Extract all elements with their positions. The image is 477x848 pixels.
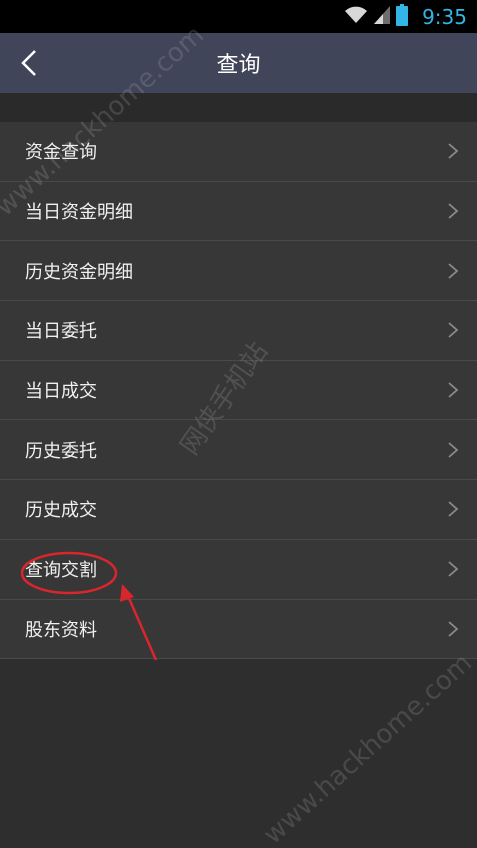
status-time: 9:35 bbox=[422, 4, 467, 29]
wifi-icon bbox=[344, 6, 368, 28]
chevron-right-icon bbox=[448, 501, 459, 518]
menu-item-today-trades[interactable]: 当日成交 bbox=[0, 361, 477, 421]
menu-item-label: 资金查询 bbox=[25, 142, 97, 164]
chevron-right-icon bbox=[448, 561, 459, 577]
menu-item-label: 当日委托 bbox=[25, 321, 97, 343]
menu-item-label: 历史资金明细 bbox=[25, 261, 133, 283]
chevron-right-icon bbox=[448, 621, 459, 637]
menu-item-label: 当日资金明细 bbox=[25, 202, 133, 224]
menu-item-fund-query[interactable]: 资金查询 bbox=[0, 122, 477, 182]
signal-icon bbox=[374, 5, 391, 28]
battery-icon bbox=[396, 3, 409, 30]
chevron-right-icon bbox=[448, 263, 459, 279]
chevron-right-icon bbox=[448, 382, 459, 398]
header-spacer bbox=[0, 93, 477, 122]
menu-item-query-settlement[interactable]: 查询交割 bbox=[0, 540, 477, 600]
chevron-left-icon bbox=[21, 50, 36, 76]
chevron-right-icon bbox=[448, 442, 459, 458]
menu-item-label: 股东资料 bbox=[25, 619, 97, 641]
menu-item-label: 历史委托 bbox=[25, 440, 97, 462]
menu-item-label: 当日成交 bbox=[25, 381, 97, 403]
menu-item-label: 查询交割 bbox=[25, 560, 97, 582]
menu-item-today-orders[interactable]: 当日委托 bbox=[0, 301, 477, 361]
menu-item-today-fund-detail[interactable]: 当日资金明细 bbox=[0, 182, 477, 242]
status-bar: 9:35 bbox=[0, 0, 477, 33]
header-bar: 查询 bbox=[0, 33, 477, 93]
chevron-right-icon bbox=[448, 322, 459, 339]
back-button[interactable] bbox=[14, 48, 44, 78]
menu-item-label: 历史成交 bbox=[25, 500, 97, 522]
empty-area bbox=[0, 659, 477, 848]
query-menu: 资金查询 当日资金明细 历史资金明细 当日委托 当日成交 历史委托 历史成交 查… bbox=[0, 122, 477, 660]
menu-item-history-trades[interactable]: 历史成交 bbox=[0, 480, 477, 540]
page-title: 查询 bbox=[216, 53, 261, 78]
menu-item-history-fund-detail[interactable]: 历史资金明细 bbox=[0, 241, 477, 302]
chevron-right-icon bbox=[448, 143, 459, 160]
menu-item-shareholder-info[interactable]: 股东资料 bbox=[0, 600, 477, 660]
chevron-right-icon bbox=[448, 203, 459, 219]
menu-item-history-orders[interactable]: 历史委托 bbox=[0, 420, 477, 481]
